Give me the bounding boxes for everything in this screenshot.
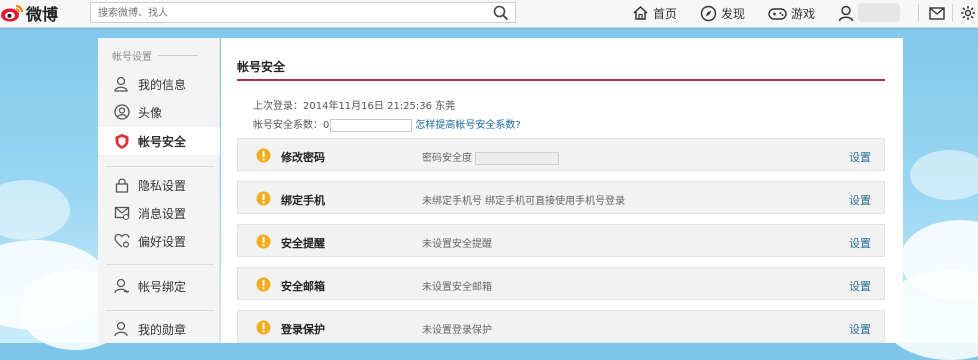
nav-label: 首页 <box>653 6 678 21</box>
search-box[interactable] <box>90 2 516 24</box>
sidebar-item-message[interactable]: 消息设置 <box>98 199 219 227</box>
divider <box>106 264 214 265</box>
set-alert-button[interactable]: 设置 <box>849 235 871 251</box>
security-score-line: 帐号安全系数：0 怎样提高帐号安全系数? <box>253 116 521 132</box>
sidebar-item-my-info[interactable]: 我的信息 <box>98 70 219 98</box>
security-row-password: 修改密码 密码安全度 设置 <box>237 138 885 171</box>
row-label: 安全邮箱 <box>281 280 325 293</box>
settings-sidebar: 帐号设置 我的信息 头像 帐号安全 隐私设置 消息设置 偏好设置 帐号绑定 我的… <box>98 38 220 343</box>
page-title: 帐号安全 <box>237 60 286 74</box>
nav-profile[interactable] <box>838 3 858 23</box>
security-row-alert: 安全提醒 未设置安全提醒 设置 <box>237 224 885 257</box>
sidebar-item-label: 我的信息 <box>138 77 187 92</box>
lock-icon <box>113 176 131 194</box>
sidebar-item-account-binding[interactable]: 帐号绑定 <box>98 272 219 300</box>
improve-score-link[interactable]: 怎样提高帐号安全系数? <box>415 120 520 131</box>
sidebar-item-account-security[interactable]: 帐号安全 <box>98 127 220 155</box>
security-row-email: 安全邮箱 未设置安全邮箱 设置 <box>237 267 885 300</box>
avatar[interactable] <box>858 3 900 22</box>
home-icon <box>633 5 648 20</box>
warning-icon <box>256 277 271 292</box>
sidebar-item-privacy[interactable]: 隐私设置 <box>98 171 219 199</box>
set-phone-button[interactable]: 设置 <box>849 192 871 208</box>
password-strength-label: 密码安全度 <box>422 153 472 164</box>
row-desc: 未设置安全邮箱 <box>422 282 492 293</box>
row-desc: 未绑定手机号 绑定手机可直接使用手机号登录 <box>422 196 626 207</box>
compass-icon <box>700 5 717 21</box>
nav-games[interactable]: 游戏 <box>768 3 815 23</box>
heart-gear-icon <box>113 232 131 250</box>
medal-icon <box>113 320 131 338</box>
security-score-bar <box>330 118 413 132</box>
divider <box>918 4 919 22</box>
sidebar-item-avatar[interactable]: 头像 <box>98 98 219 126</box>
row-desc: 未设置安全提醒 <box>422 239 492 250</box>
shield-icon <box>113 132 131 150</box>
warning-icon <box>256 191 271 206</box>
search-icon[interactable] <box>493 5 509 21</box>
row-desc: 未设置登录保护 <box>422 325 492 336</box>
security-row-login-protection: 登录保护 未设置登录保护 设置 <box>237 310 885 343</box>
sidebar-item-label: 头像 <box>138 105 163 120</box>
set-password-button[interactable]: 设置 <box>849 149 871 165</box>
sidebar-item-label: 消息设置 <box>138 206 187 221</box>
weibo-logo[interactable]: 微博 <box>0 2 58 24</box>
row-label: 安全提醒 <box>281 237 325 250</box>
sidebar-item-label: 帐号安全 <box>138 134 187 149</box>
security-score-label: 帐号安全系数：0 <box>253 120 330 131</box>
weibo-eye-icon <box>0 3 24 23</box>
search-input[interactable] <box>91 3 490 24</box>
sidebar-item-label: 隐私设置 <box>138 178 187 193</box>
warning-icon <box>256 148 271 163</box>
sidebar-item-preferences[interactable]: 偏好设置 <box>98 227 219 255</box>
warning-icon <box>256 320 271 335</box>
set-login-protection-button[interactable]: 设置 <box>849 321 871 337</box>
sidebar-item-my-medals[interactable]: 我的勋章 <box>98 315 219 343</box>
user-icon <box>113 75 131 93</box>
mail-icon <box>929 6 945 20</box>
message-icon <box>113 204 131 222</box>
gear-icon <box>961 6 975 20</box>
nav-discover[interactable]: 发现 <box>700 3 745 23</box>
user-link-icon <box>113 277 131 295</box>
divider <box>106 166 214 167</box>
last-login-text: 上次登录：2014年11月16日 21:25:36 东莞 <box>253 101 456 112</box>
warning-icon <box>256 234 271 249</box>
account-security-panel: 帐号安全 上次登录：2014年11月16日 21:25:36 东莞 帐号安全系数… <box>221 38 903 343</box>
nav-label: 发现 <box>721 6 746 21</box>
user-icon <box>838 5 854 21</box>
section-title-text: 帐号设置 <box>112 52 152 63</box>
nav-messages[interactable] <box>929 3 949 23</box>
password-strength-bar <box>475 151 559 165</box>
top-bar: 微博 首页 发现 游戏 <box>0 0 978 28</box>
row-desc: 密码安全度 <box>422 149 559 165</box>
sidebar-item-label: 我的勋章 <box>138 322 187 337</box>
nav-label: 游戏 <box>791 6 816 21</box>
sidebar-item-label: 偏好设置 <box>138 234 187 249</box>
sidebar-section-title: 帐号设置 <box>112 48 198 63</box>
set-email-button[interactable]: 设置 <box>849 278 871 294</box>
avatar-icon <box>113 103 131 121</box>
sidebar-item-label: 帐号绑定 <box>138 279 187 294</box>
security-row-phone: 绑定手机 未绑定手机号 绑定手机可直接使用手机号登录 设置 <box>237 181 885 214</box>
row-label: 修改密码 <box>281 151 325 164</box>
row-label: 绑定手机 <box>281 194 325 207</box>
logo-text: 微博 <box>26 5 59 24</box>
nav-settings[interactable] <box>960 3 978 23</box>
divider <box>106 310 214 311</box>
divider <box>952 4 953 22</box>
title-rule <box>237 79 885 81</box>
nav-home[interactable]: 首页 <box>632 3 677 23</box>
row-label: 登录保护 <box>281 323 325 336</box>
gamepad-icon <box>768 7 787 20</box>
